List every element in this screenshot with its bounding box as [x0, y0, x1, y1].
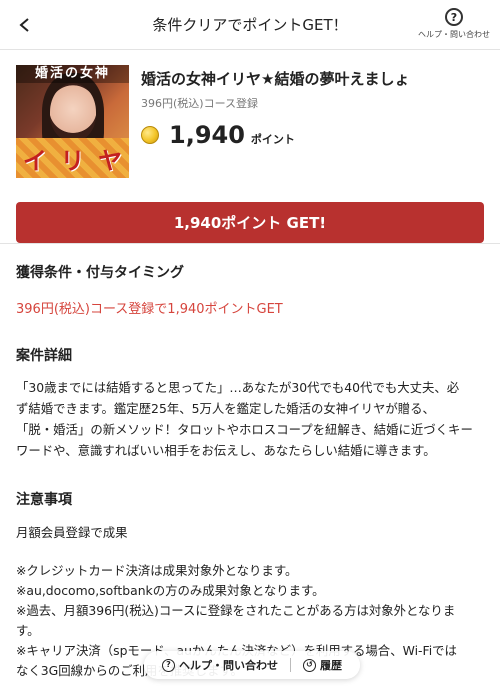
- thumbnail-name-char: リ: [60, 145, 85, 175]
- notes-line: ※au,docomo,softbankの方のみ成果対象となります。: [16, 583, 325, 598]
- notes-title: 注意事項: [16, 492, 72, 508]
- offer-card: 婚活の女神 イ リ ヤ 婚活の女神イリヤ★結婚の夢叶えましょ 396円(税込)コ…: [0, 50, 500, 244]
- help-label: ヘルプ・問い合わせ: [418, 30, 490, 39]
- coin-icon: [141, 126, 159, 144]
- conditions-text: 396円(税込)コース登録で1,940ポイントGET: [16, 302, 283, 317]
- thumbnail-name: イ リ ヤ: [16, 138, 129, 178]
- details-line: ず結婚できます。鑑定歴25年、5万人を鑑定した婚活の女神イリヤが贈る、: [16, 401, 435, 416]
- details-line: 「30歳までには結婚すると思ってた」…あなたが30代でも40代でも大丈夫、必: [16, 380, 460, 395]
- chevron-left-icon: [19, 18, 29, 32]
- question-circle-icon: ?: [162, 658, 175, 672]
- notes-line: す。: [16, 623, 40, 638]
- bottom-bar: ? ヘルプ・問い合わせ ↺ 履歴: [144, 651, 360, 679]
- thumbnail-name-char: イ: [22, 145, 47, 175]
- offer-subtitle: 396円(税込)コース登録: [141, 97, 259, 110]
- help-button[interactable]: ? ヘルプ・問い合わせ: [416, 8, 492, 40]
- bottom-help-label: ヘルプ・問い合わせ: [179, 659, 278, 672]
- history-button[interactable]: ↺ 履歴: [303, 657, 342, 673]
- details-text: 「30歳までには結婚すると思ってた」…あなたが30代でも40代でも大丈夫、必 ず…: [16, 377, 484, 461]
- notes-line: ※過去、月額396円(税込)コースに登録をされたことがある方は対象外となりま: [16, 603, 456, 618]
- points-value: 1,940: [169, 121, 245, 149]
- bottom-bar-divider: [290, 658, 291, 672]
- details-line: ワードや、意識すればいい相手をお伝えし、あなたらしい結婚に導きます。: [16, 443, 436, 458]
- thumbnail-face: [50, 83, 96, 141]
- offer-thumbnail: 婚活の女神 イ リ ヤ: [16, 65, 129, 178]
- points-unit: ポイント: [250, 133, 295, 146]
- offer-title: 婚活の女神イリヤ★結婚の夢叶えましょ: [141, 70, 410, 88]
- points-row: 1,940 ポイント: [141, 121, 484, 149]
- details-title: 案件詳細: [16, 348, 72, 364]
- get-points-button[interactable]: 1,940ポイント GET!: [16, 202, 484, 243]
- notes-line: ※クレジットカード決済は成果対象外となります。: [16, 563, 298, 578]
- history-label: 履歴: [320, 659, 342, 672]
- thumbnail-label: 婚活の女神: [34, 66, 110, 81]
- back-button[interactable]: [12, 12, 38, 38]
- question-circle-icon: ?: [445, 8, 463, 26]
- thumbnail-name-char: ヤ: [98, 145, 123, 175]
- details-line: 「脱・婚活」の新メソッド！タロットやホロスコープを紐解き、結婚に近づくキー: [16, 422, 473, 437]
- offer-info: 婚活の女神イリヤ★結婚の夢叶えましょ 396円(税込)コース登録 1,940 ポ…: [141, 65, 484, 178]
- page-title: 条件クリアでポイントGET！: [152, 16, 348, 34]
- bottom-help-button[interactable]: ? ヘルプ・問い合わせ: [162, 657, 278, 673]
- notes-first: 月額会員登録で成果: [16, 525, 128, 540]
- main-content: 獲得条件・付与タイミング 396円(税込)コース登録で1,940ポイントGET …: [0, 244, 500, 681]
- conditions-title: 獲得条件・付与タイミング: [16, 265, 184, 281]
- clock-history-icon: ↺: [303, 658, 316, 672]
- header: 条件クリアでポイントGET！ ? ヘルプ・問い合わせ: [0, 0, 500, 50]
